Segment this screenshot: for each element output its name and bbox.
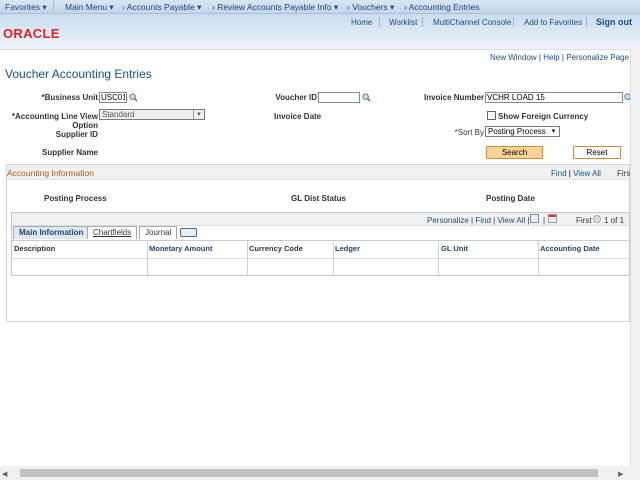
breadcrumb-vouchers[interactable]: › Vouchers ▾ — [347, 2, 394, 13]
first-link: Firs — [617, 169, 631, 178]
accounting-line-view-label: *Accounting Line View Option — [11, 112, 98, 130]
chevron-down-icon: ▾ — [551, 128, 556, 135]
sort-by-select[interactable]: Posting Process ▾ — [485, 126, 560, 137]
main-menu[interactable]: Main Menu ▾ — [65, 2, 114, 13]
tab-main-information[interactable]: Main Information — [13, 226, 90, 239]
top-nav-bar: Favorites ▾ Main Menu ▾ › Accounts Payab… — [0, 0, 640, 14]
section-nav: Find | View All — [551, 169, 601, 178]
first-link: First — [576, 216, 592, 225]
horizontal-scrollbar[interactable]: ◀ ▶ — [0, 466, 640, 480]
search-lookup-icon[interactable] — [129, 93, 138, 102]
business-unit-label: *Business Unit — [41, 93, 98, 102]
search-button[interactable]: Search — [486, 146, 543, 159]
voucher-id-input[interactable] — [318, 92, 360, 103]
sign-out-link[interactable]: Sign out — [596, 17, 632, 27]
accounting-line-view-select[interactable]: Standard ▾ — [99, 109, 205, 120]
business-unit-input[interactable] — [99, 92, 127, 103]
vertical-scrollbar[interactable] — [630, 48, 640, 466]
invoice-number-input[interactable] — [485, 92, 623, 103]
invoice-date-label: Invoice Date — [274, 112, 322, 121]
posting-date-label: Posting Date — [486, 194, 535, 203]
favorites-menu[interactable]: Favorites ▾ — [5, 2, 47, 13]
grid-toolbar: Personalize | Find | View All | — [427, 216, 530, 225]
search-lookup-icon[interactable] — [362, 93, 371, 102]
page-links: New Window | Help | Personalize Page — [490, 53, 629, 62]
personalize-link[interactable]: Personalize — [427, 216, 469, 225]
column-header-description: Description — [14, 244, 56, 253]
breadcrumb-review-ap-info[interactable]: › Review Accounts Payable Info ▾ — [212, 2, 338, 13]
home-link[interactable]: Home — [351, 18, 372, 27]
column-header-currency-code: Currency Code — [249, 244, 303, 253]
page-title: Voucher Accounting Entries — [5, 67, 152, 81]
chevron-down-icon: ▾ — [193, 110, 204, 119]
breadcrumb-accounting-entries[interactable]: › Accounting Entries — [404, 2, 480, 12]
oracle-logo: ORACLE — [3, 26, 60, 41]
breadcrumb-accounts-payable[interactable]: › Accounts Payable ▾ — [122, 2, 201, 13]
show-foreign-currency-label: Show Foreign Currency — [498, 112, 589, 121]
column-header-gl-unit[interactable]: GL Unit — [441, 244, 468, 253]
find-link[interactable]: Find — [475, 216, 491, 225]
divider — [53, 0, 54, 14]
download-spreadsheet-icon[interactable] — [548, 214, 557, 223]
find-link[interactable]: Find — [551, 169, 567, 178]
reset-button[interactable]: Reset — [573, 146, 621, 159]
invoice-number-label: Invoice Number — [423, 93, 484, 102]
show-all-columns-icon[interactable] — [180, 228, 197, 237]
section-title: Accounting Information — [7, 168, 94, 178]
supplier-name-label: Supplier Name — [41, 148, 98, 157]
row-count: 1 of 1 — [604, 216, 625, 225]
add-to-favorites-link[interactable]: Add to Favorites — [524, 18, 582, 27]
new-window-link[interactable]: New Window — [490, 53, 537, 62]
column-header-ledger[interactable]: Ledger — [335, 244, 360, 253]
column-header-accounting-date[interactable]: Accounting Date — [540, 244, 600, 253]
sort-by-label: *Sort By — [454, 128, 484, 137]
view-all-link[interactable]: View All — [497, 216, 525, 225]
column-header-monetary-amount[interactable]: Monetary Amount — [149, 244, 212, 253]
multichannel-console-link[interactable]: MultiChannel Console — [433, 18, 511, 27]
header: Home Worklist MultiChannel Console Add t… — [0, 14, 640, 50]
posting-process-label: Posting Process — [44, 194, 107, 203]
tab-journal[interactable]: Journal — [139, 226, 178, 239]
show-foreign-currency-checkbox[interactable] — [487, 111, 496, 120]
voucher-id-label: Voucher ID — [275, 93, 317, 102]
help-link[interactable]: Help — [543, 53, 559, 62]
personalize-page-link[interactable]: Personalize Page — [566, 53, 629, 62]
view-all-link[interactable]: View All — [573, 169, 601, 178]
zoom-grid-icon[interactable] — [530, 214, 539, 223]
supplier-id-label: Supplier ID — [55, 130, 98, 139]
previous-icon[interactable] — [593, 215, 601, 223]
tab-chartfields[interactable]: Chartfields — [87, 226, 138, 239]
worklist-link[interactable]: Worklist — [389, 18, 417, 27]
gl-dist-status-label: GL Dist Status — [291, 194, 346, 203]
